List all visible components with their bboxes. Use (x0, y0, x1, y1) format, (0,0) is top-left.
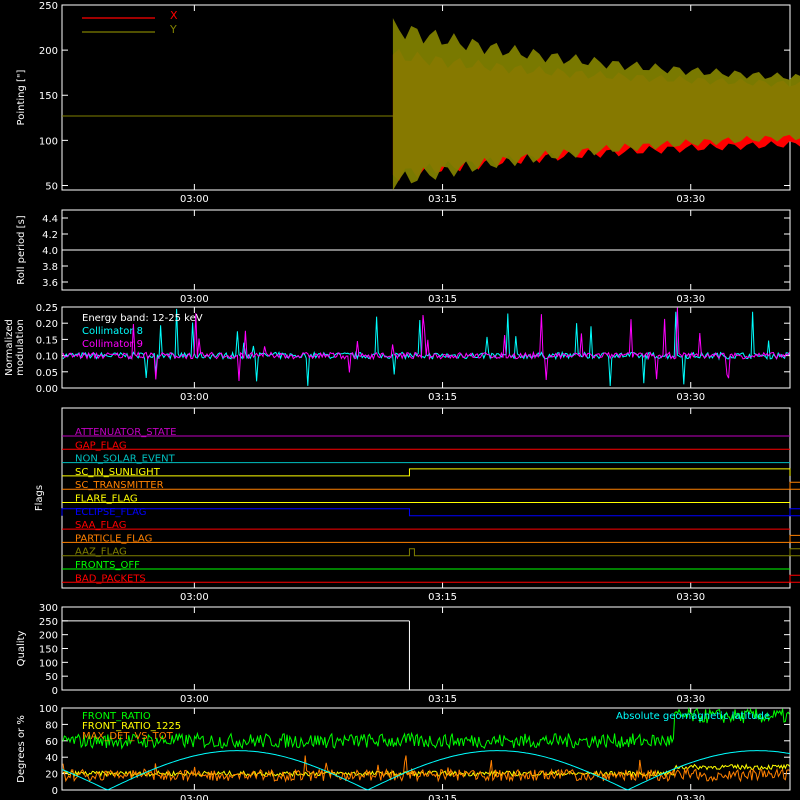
quality-segment (62, 620, 410, 690)
flag-label: AAZ_FLAG (75, 547, 127, 558)
flag-label: PARTICLE_FLAG (75, 533, 152, 544)
x-tick-label: 03:15 (428, 694, 457, 705)
flag-line (61, 508, 800, 517)
x-tick-label: 03:30 (676, 194, 705, 205)
y-tick-label: 3.8 (42, 262, 58, 273)
x-tick-label: 03:15 (428, 592, 457, 603)
y-tick-label: 50 (45, 672, 58, 683)
x-tick-label: 03:30 (676, 794, 705, 800)
y-axis-label: Quality (16, 631, 27, 667)
flag-label: NON_SOLAR_EVENT (75, 454, 176, 465)
y-tick-label: 0.20 (36, 319, 58, 330)
y-tick-label: 4.0 (42, 246, 58, 257)
flag-line (62, 481, 800, 490)
plot-frame (61, 606, 791, 691)
legend-label: Y (169, 23, 177, 36)
x-tick-label: 03:15 (428, 794, 457, 800)
y-tick-label: 300 (39, 603, 58, 614)
y-axis-label: Pointing ["] (16, 69, 27, 125)
x-tick-label: 03:30 (676, 694, 705, 705)
x-tick-label: 03:00 (180, 794, 209, 800)
y-tick-label: 100 (39, 704, 58, 715)
legend-label: Collimator 9 (82, 339, 143, 350)
x-tick-label: 03:00 (180, 194, 209, 205)
y-tick-label: 0.15 (36, 335, 58, 346)
quicklook-plots: 03:0003:1503:3003:4504:0004:1504:3050100… (4, 1, 800, 800)
flag-label: FRONTS_OFF (75, 560, 140, 571)
y-tick-label: 150 (39, 91, 58, 102)
x-tick-label: 03:30 (676, 392, 705, 403)
flag-line (62, 548, 800, 557)
panel-pointing: 03:0003:1503:3003:4504:0004:1504:3050100… (16, 1, 800, 205)
flag-label: ATTENUATOR_STATE (75, 427, 176, 438)
y-tick-label: 250 (39, 1, 58, 12)
x-tick-label: 03:15 (428, 392, 457, 403)
legend-label: X (170, 9, 178, 22)
y-tick-label: 4.2 (42, 230, 58, 241)
legend-label: Absolute geomagnetic latitude (616, 711, 770, 722)
series-y (392, 18, 800, 191)
series-geomagnetic-latitude (61, 750, 791, 791)
y-axis-label: Degrees or % (16, 715, 27, 783)
y-tick-label: 0 (52, 786, 58, 797)
legend-label: MAX_DET_VS_TOT (82, 731, 174, 742)
y-tick-label: 3.6 (42, 278, 58, 289)
panel-fronts: 03:0003:1503:3003:4504:0004:1504:3002040… (16, 704, 791, 800)
y-axis-label: modulation (15, 319, 26, 376)
flag-line (62, 468, 791, 477)
y-tick-label: 0.10 (36, 352, 58, 363)
y-tick-label: 150 (39, 645, 58, 656)
y-tick-label: 200 (39, 46, 58, 57)
flag-label: BAD_PACKETS (75, 573, 146, 584)
y-tick-label: 60 (45, 737, 58, 748)
y-axis-label: Roll period [s] (16, 215, 27, 284)
flag-label: GAP_FLAG (75, 440, 127, 451)
panel-quality: 03:0003:1503:3003:4504:0004:1504:3005010… (16, 603, 791, 705)
annotation-energy-band: Energy band: 12-25 keV (82, 313, 203, 324)
x-tick-label: 03:30 (676, 592, 705, 603)
y-axis-label: Normalized (4, 319, 15, 376)
flag-label: SAA_FLAG (75, 520, 126, 531)
flag-label: SC_TRANSMITTER (75, 480, 164, 491)
y-tick-label: 100 (39, 658, 58, 669)
y-tick-label: 4.4 (42, 214, 58, 225)
panel-roll-period: 03:0003:1503:3003:4504:0004:1504:303.63.… (16, 209, 791, 305)
y-tick-label: 0 (52, 686, 58, 697)
flag-label: ECLIPSE_FLAG (75, 507, 146, 518)
panel-flags: 03:0003:1503:3003:4504:0004:1504:30Flags… (34, 407, 800, 603)
y-tick-label: 250 (39, 617, 58, 628)
y-tick-label: 0.25 (36, 303, 58, 314)
panel-modulation: 03:0003:1503:3003:4504:0004:1504:300.000… (4, 303, 791, 403)
flag-line (62, 574, 800, 583)
x-tick-label: 03:15 (428, 294, 457, 305)
x-tick-label: 03:00 (180, 694, 209, 705)
flag-label: FLARE_FLAG (75, 494, 138, 505)
y-tick-label: 100 (39, 136, 58, 147)
x-tick-label: 03:15 (428, 194, 457, 205)
flag-label: SC_IN_SUNLIGHT (75, 467, 161, 478)
y-tick-label: 0.00 (36, 384, 58, 395)
y-tick-label: 0.05 (36, 368, 58, 379)
y-tick-label: 20 (45, 770, 58, 781)
series-max-det-vs-tot (62, 755, 790, 783)
y-axis-label: Flags (34, 485, 45, 511)
y-tick-label: 200 (39, 631, 58, 642)
x-tick-label: 03:30 (676, 294, 705, 305)
x-tick-label: 03:00 (180, 392, 209, 403)
legend-label: Collimator 8 (82, 326, 143, 337)
y-tick-label: 40 (45, 753, 58, 764)
flag-line (62, 534, 800, 543)
y-tick-label: 80 (45, 720, 58, 731)
x-tick-label: 03:00 (180, 294, 209, 305)
y-tick-label: 50 (45, 181, 58, 192)
x-tick-label: 03:00 (180, 592, 209, 603)
